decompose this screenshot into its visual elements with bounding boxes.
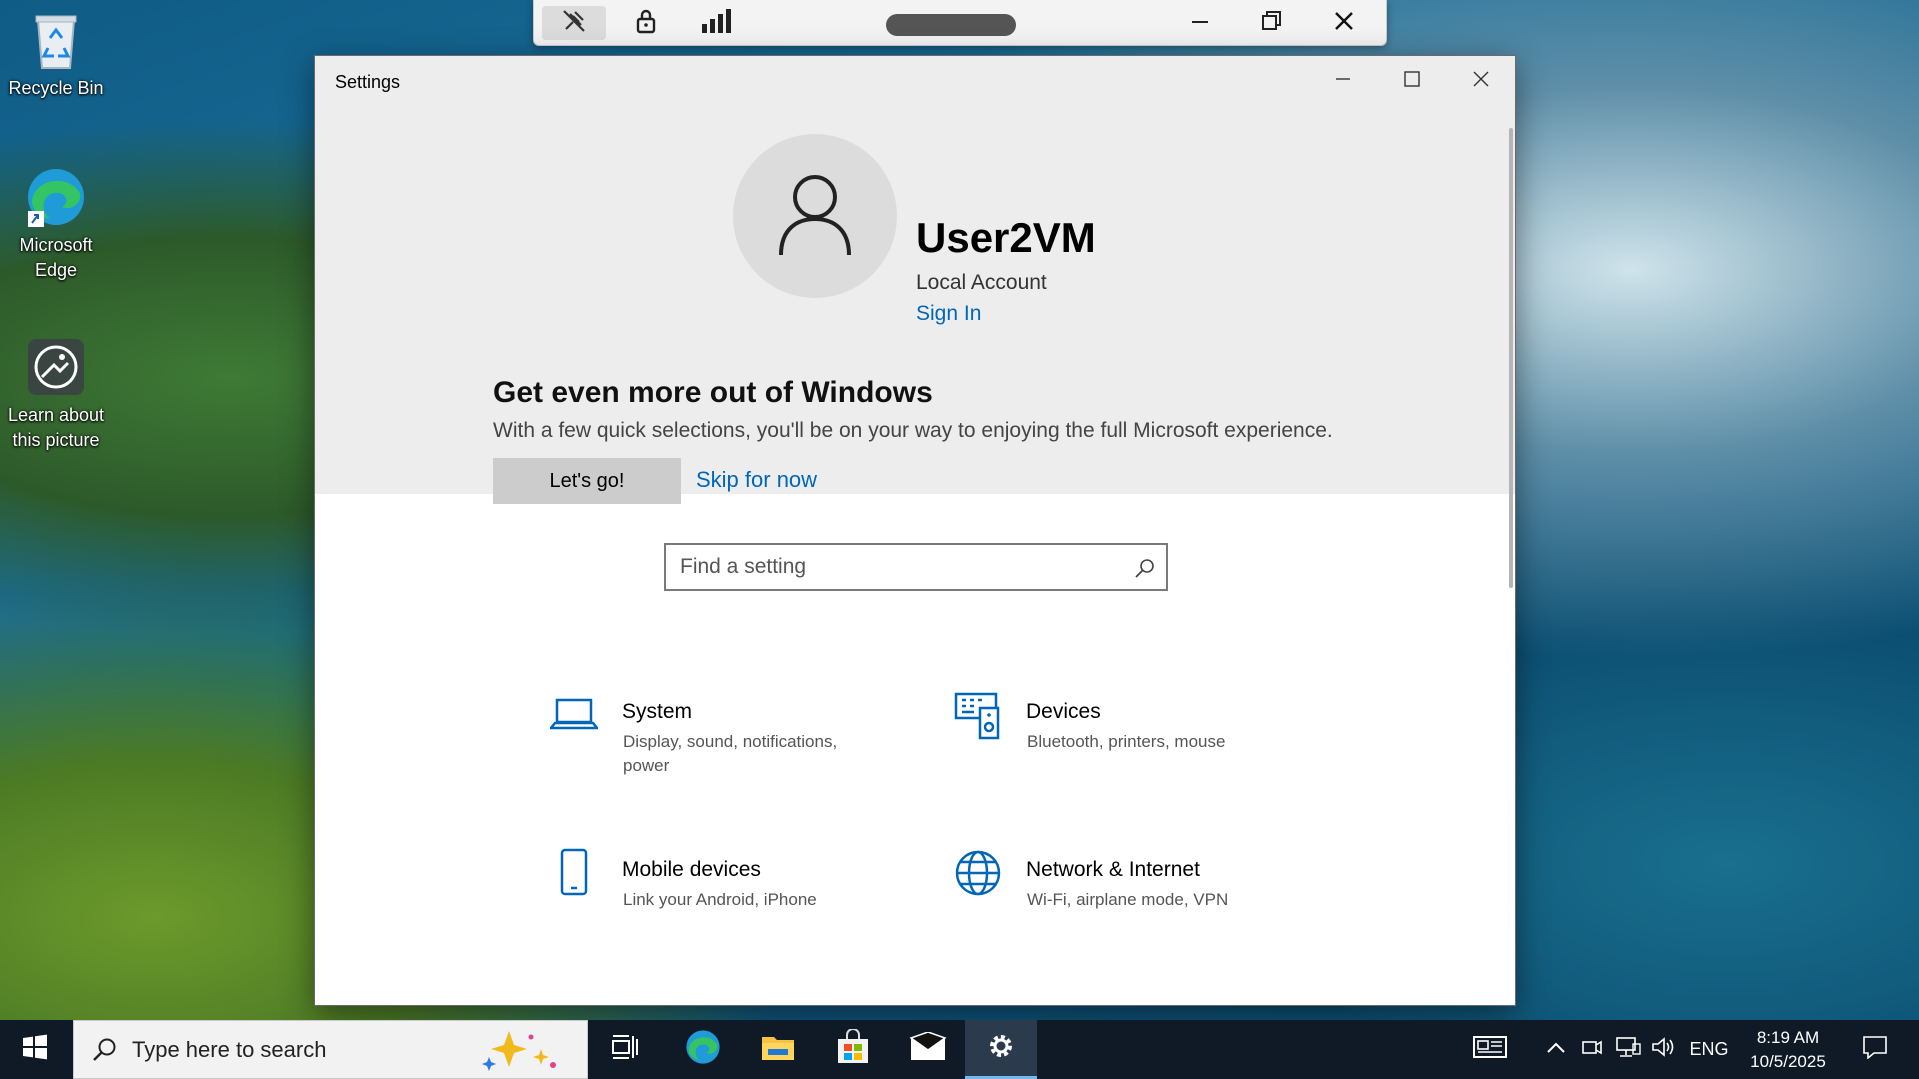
avatar bbox=[733, 134, 897, 298]
start-button[interactable] bbox=[0, 1020, 70, 1079]
network-icon bbox=[1615, 1036, 1641, 1063]
account-hero: User2VM Local Account Sign In Get even m… bbox=[315, 106, 1515, 504]
find-setting-input[interactable] bbox=[680, 553, 1120, 581]
clock-date: 10/5/2025 bbox=[1750, 1052, 1826, 1071]
category-name: Network & Internet bbox=[1026, 858, 1200, 881]
close-icon bbox=[1333, 10, 1355, 37]
maximize-button[interactable] bbox=[1378, 56, 1446, 106]
find-setting-search[interactable] bbox=[664, 543, 1168, 591]
taskbar-mail[interactable] bbox=[895, 1020, 960, 1079]
news-icon bbox=[1472, 1034, 1508, 1065]
taskbar-settings[interactable] bbox=[965, 1020, 1037, 1079]
sparkle-icon bbox=[479, 1027, 579, 1078]
network-button[interactable] bbox=[1612, 1020, 1644, 1079]
language-indicator[interactable]: ENG bbox=[1684, 1020, 1734, 1079]
chevron-up-icon bbox=[1546, 1040, 1566, 1059]
lets-go-button[interactable]: Let's go! bbox=[493, 458, 681, 504]
user-name: User2VM bbox=[916, 214, 1096, 261]
mail-icon bbox=[908, 1031, 947, 1067]
speaker-icon bbox=[1651, 1036, 1677, 1063]
minimize-button[interactable] bbox=[1309, 56, 1377, 106]
gear-icon bbox=[985, 1030, 1017, 1067]
promo-title: Get even more out of Windows bbox=[493, 376, 933, 409]
globe-icon bbox=[951, 846, 1005, 900]
taskbar: Type here to search ENG 8:19 AM 10/5/202… bbox=[0, 1020, 1919, 1079]
maximize-icon bbox=[1403, 70, 1421, 93]
clock-time: 8:19 AM bbox=[1756, 1028, 1820, 1047]
category-network[interactable]: Network & Internet Wi-Fi, airplane mode,… bbox=[951, 846, 1281, 946]
sign-in-link[interactable]: Sign In bbox=[916, 302, 981, 326]
category-system[interactable]: System Display, sound, notifications, po… bbox=[547, 688, 877, 788]
taskbar-search-placeholder: Type here to search bbox=[132, 1037, 327, 1062]
taskbar-clock[interactable]: 8:19 AM 10/5/2025 bbox=[1738, 1026, 1838, 1074]
taskbar-edge[interactable] bbox=[670, 1020, 735, 1079]
scrollbar[interactable] bbox=[1509, 128, 1513, 588]
learn-picture-icon bbox=[24, 335, 88, 399]
window-title: Settings bbox=[335, 72, 401, 92]
volume-button[interactable] bbox=[1648, 1020, 1680, 1079]
meet-now-button[interactable] bbox=[1576, 1020, 1608, 1079]
phone-icon bbox=[547, 846, 601, 900]
remote-restore-button[interactable] bbox=[1240, 6, 1304, 40]
account-type: Local Account bbox=[916, 271, 1047, 294]
pin-button[interactable] bbox=[542, 6, 606, 40]
notification-icon bbox=[1862, 1035, 1888, 1064]
edge-icon bbox=[684, 1028, 722, 1071]
notifications-button[interactable] bbox=[1850, 1020, 1900, 1079]
category-description: Display, sound, notifications, power bbox=[623, 732, 838, 775]
connection-quality-button[interactable] bbox=[686, 6, 750, 40]
windows-logo-icon bbox=[22, 1034, 48, 1065]
desktop-icon-label: Learn about this picture bbox=[7, 405, 105, 450]
person-icon bbox=[775, 169, 855, 264]
lock-button[interactable] bbox=[614, 6, 678, 40]
category-description: Link your Android, iPhone bbox=[623, 890, 817, 909]
promo-text: With a few quick selections, you'll be o… bbox=[493, 419, 1333, 442]
desktop-icon-edge[interactable]: Microsoft Edge bbox=[6, 165, 106, 283]
search-icon bbox=[92, 1037, 118, 1068]
task-view-button[interactable] bbox=[595, 1020, 655, 1079]
category-mobile-devices[interactable]: Mobile devices Link your Android, iPhone bbox=[547, 846, 877, 946]
minimize-icon bbox=[1190, 11, 1210, 36]
category-devices[interactable]: Devices Bluetooth, printers, mouse bbox=[951, 688, 1281, 788]
minimize-icon bbox=[1334, 70, 1352, 93]
news-widget-button[interactable] bbox=[1465, 1020, 1515, 1079]
desktop-icon-label: Recycle Bin bbox=[8, 78, 104, 98]
taskbar-file-explorer[interactable] bbox=[745, 1020, 810, 1079]
edge-icon bbox=[24, 165, 88, 229]
category-name: System bbox=[622, 700, 693, 723]
show-hidden-icons-button[interactable] bbox=[1540, 1020, 1572, 1079]
folder-icon bbox=[760, 1031, 796, 1068]
remote-close-button[interactable] bbox=[1312, 6, 1376, 40]
close-button[interactable] bbox=[1447, 56, 1515, 106]
settings-titlebar: Settings bbox=[315, 56, 1515, 106]
store-icon bbox=[835, 1028, 871, 1070]
task-view-icon bbox=[611, 1034, 639, 1065]
camera-icon bbox=[1581, 1037, 1603, 1062]
desktop-icon-label: Microsoft Edge bbox=[19, 235, 93, 280]
category-description: Wi-Fi, airplane mode, VPN bbox=[1027, 890, 1229, 909]
laptop-icon bbox=[547, 688, 601, 742]
taskbar-search[interactable]: Type here to search bbox=[73, 1020, 588, 1079]
pin-icon bbox=[561, 8, 587, 39]
close-icon bbox=[1472, 70, 1490, 93]
skip-for-now-link[interactable]: Skip for now bbox=[696, 467, 817, 493]
redacted-connection-name bbox=[886, 14, 1016, 36]
restore-icon bbox=[1261, 10, 1283, 37]
recycle-bin-icon bbox=[24, 8, 88, 72]
category-description: Bluetooth, printers, mouse bbox=[1027, 732, 1226, 751]
desktop-icon-recycle-bin[interactable]: Recycle Bin bbox=[6, 8, 106, 101]
desktop-icon-learn-picture[interactable]: Learn about this picture bbox=[6, 335, 106, 453]
settings-window: Settings User2VM Local Account Sign In G… bbox=[314, 55, 1516, 1006]
remote-minimize-button[interactable] bbox=[1168, 6, 1232, 40]
devices-icon bbox=[951, 688, 1005, 742]
taskbar-store[interactable] bbox=[820, 1020, 885, 1079]
lock-icon bbox=[634, 8, 658, 39]
search-icon bbox=[1134, 557, 1156, 584]
category-name: Mobile devices bbox=[622, 858, 761, 881]
category-name: Devices bbox=[1026, 700, 1101, 723]
signal-bars-icon bbox=[700, 8, 736, 39]
remote-session-bar bbox=[533, 0, 1387, 46]
